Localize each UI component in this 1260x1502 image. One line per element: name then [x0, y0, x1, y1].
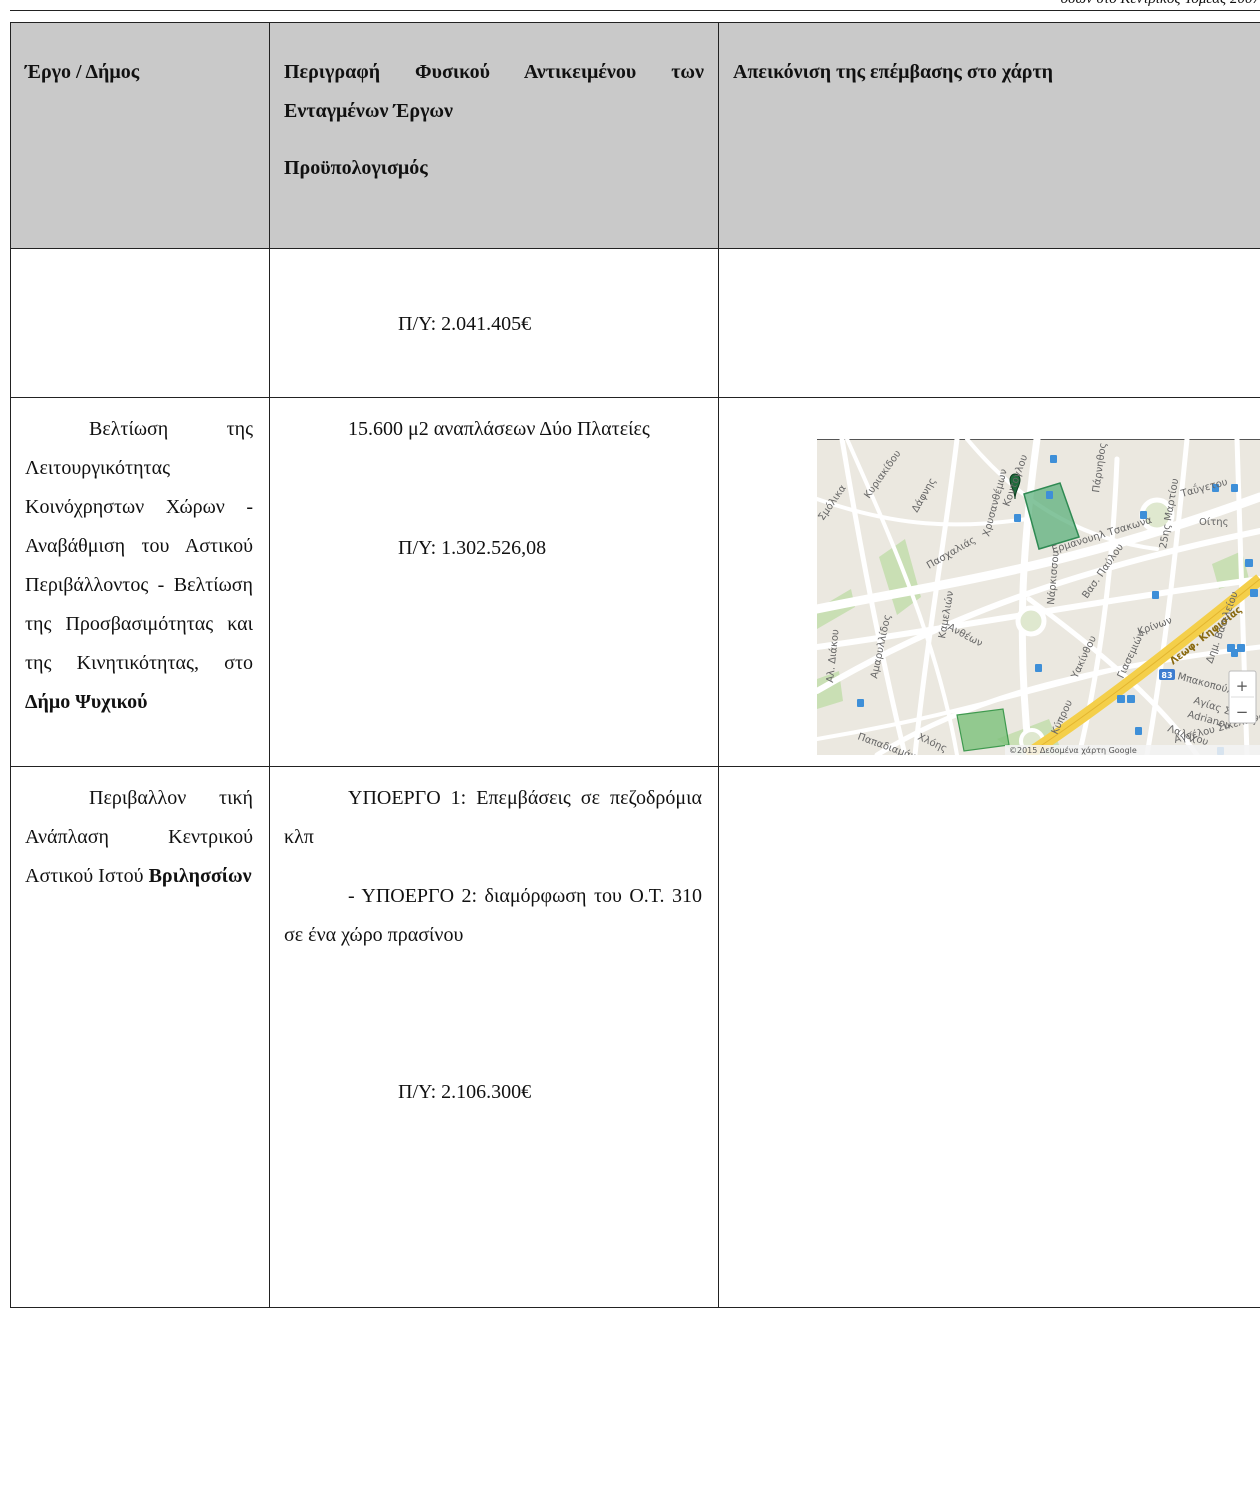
header-map: Απεικόνιση της επέμβασης στο χάρτη [718, 22, 1260, 249]
budget-text: Π/Υ: 2.041.405€ [398, 313, 532, 335]
map-attribution: ©2015 Δεδομένα χάρτη Google [1009, 745, 1137, 755]
budget-text: Π/Υ: 1.302.526,08 [398, 537, 547, 559]
project-title: Περιβαλλον τική Ανάπλαση Κεντρικού Αστικ… [25, 779, 253, 896]
description-cell: ΥΠΟΕΡΓΟ 1: Επεμβάσεις σε πεζοδρόμια κλπ … [269, 766, 719, 1308]
description-text: 15.600 μ2 αναπλάσεων Δύο Πλατείες [348, 418, 650, 440]
map-cell [718, 248, 1260, 398]
header-col3-text: Απεικόνιση της επέμβασης στο χάρτη [733, 61, 1054, 83]
description-text: ΥΠΟΕΡΓΟ 1: Επεμβάσεις σε πεζοδρόμια κλπ [284, 787, 702, 848]
svg-text:83: 83 [1161, 671, 1172, 680]
header-note: όσων στο Κεντρικός Τομέας 2007 [1061, 0, 1260, 8]
municipality-name: Δήμο Ψυχικού [25, 691, 148, 713]
street-label: Οίτης [1199, 516, 1228, 528]
project-cell: Περιβαλλον τική Ανάπλαση Κεντρικού Αστικ… [10, 766, 270, 1308]
municipality-name: Βριλησσίων [148, 865, 252, 887]
route-83-shield: 83 [1159, 669, 1175, 680]
header-description-budget: Περιγραφή Φυσικού Αντικειμένου των Ενταγ… [269, 22, 719, 249]
selected-area-2 [956, 708, 1010, 752]
project-cell: Βελτίωση της Λειτουργικότητας Κοινόχρηστ… [10, 397, 270, 767]
description-text: - ΥΠΟΕΡΓΟ 2: διαμόρφωση του Ο.Τ. 310 σε … [284, 885, 702, 946]
description-cell: 15.600 μ2 αναπλάσεων Δύο Πλατείες Π/Υ: 1… [269, 397, 719, 767]
header-col1-text: Έργο / Δήμος [25, 61, 140, 83]
project-title: Βελτίωση της Λειτουργικότητας Κοινόχρηστ… [25, 410, 253, 722]
table-row: Π/Υ: 2.041.405€ [10, 248, 1260, 398]
header-col2-text: Περιγραφή Φυσικού Αντικειμένου των Ενταγ… [284, 61, 704, 122]
zoom-out-button[interactable]: − [1236, 703, 1249, 721]
header-col2-budget-text: Προϋπολογισμός [284, 157, 428, 179]
intervention-map[interactable]: 83 Κοντογλου Χρυσανθέμων Ερμανουηλ Τσακω… [817, 439, 1260, 755]
table-row: Περιβαλλον τική Ανάπλαση Κεντρικού Αστικ… [10, 766, 1260, 1308]
zoom-in-button[interactable]: + [1236, 677, 1249, 695]
description-cell: Π/Υ: 2.041.405€ [269, 248, 719, 398]
map-cell [718, 766, 1260, 1308]
header-project-municipality: Έργο / Δήμος [10, 22, 270, 249]
project-cell [10, 248, 270, 398]
page-header-rule: όσων στο Κεντρικός Τομέας 2007 [10, 0, 1260, 11]
table-header-row: Έργο / Δήμος Περιγραφή Φυσικού Αντικειμέ… [10, 22, 1260, 249]
project-title-text: Βελτίωση της Λειτουργικότητας Κοινόχρηστ… [25, 418, 253, 674]
zoom-controls[interactable]: + − [1228, 670, 1257, 724]
budget-text: Π/Υ: 2.106.300€ [398, 1081, 532, 1103]
